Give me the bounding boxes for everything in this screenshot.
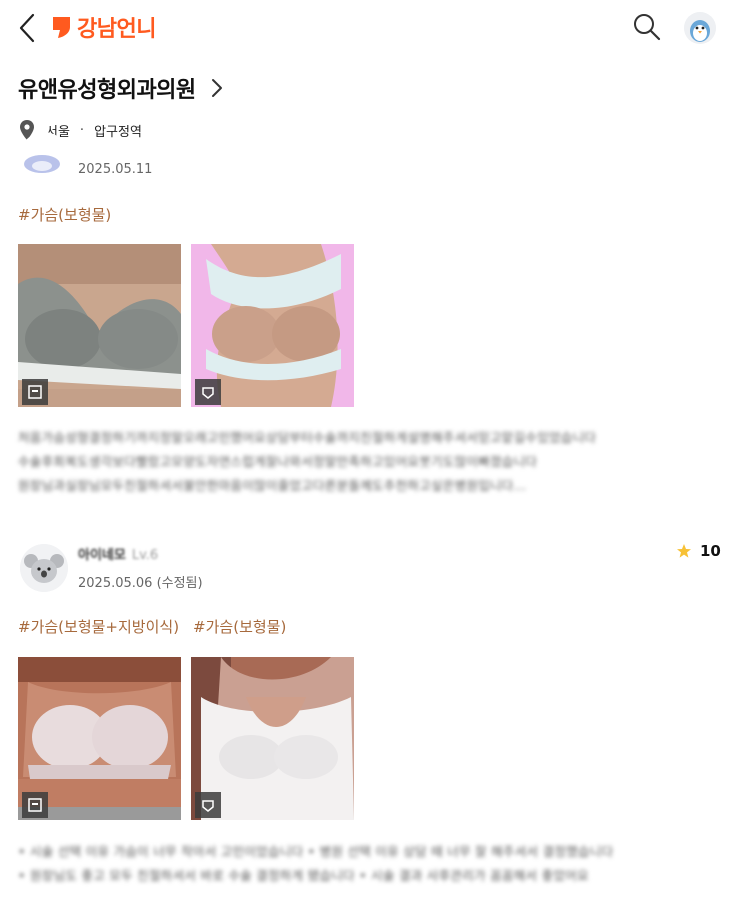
after-photo-badge	[195, 792, 221, 818]
review-text-line: • 원장님도 좋고 모두 친절하셔서 바로 수술 결정하게 됐습니다 • 시술 …	[18, 868, 589, 883]
procedure-tags: #가슴(보형물+지방이식) #가슴(보형물)	[18, 616, 286, 637]
photo-badge-icon	[28, 798, 42, 812]
reviewer-avatar[interactable]	[20, 544, 68, 592]
star-icon	[677, 544, 691, 558]
penguin-avatar-icon	[684, 12, 716, 44]
location-separator: ·	[79, 122, 85, 138]
review-text-line: • 시술 선택 이유 가슴이 너무 작아서 고민이었습니다 • 병원 선택 이유…	[18, 844, 614, 859]
rating-value: 10	[700, 542, 721, 560]
reviewer-avatar-icon	[24, 155, 60, 173]
app-logo[interactable]: 강남언니	[52, 12, 156, 42]
reviewer-avatar	[20, 132, 68, 180]
review-text-line: 처음가슴성형결정하기까지정말오래고민했어요상담부터수술까지친절하게설명해주셔서믿…	[18, 430, 597, 445]
photo-badge-icon	[202, 800, 214, 812]
chevron-right-icon	[211, 79, 222, 97]
review-photos	[18, 657, 354, 820]
reviewer-level: Lv.6	[131, 548, 159, 563]
hospital-title-link[interactable]: 유앤유성형외과의원	[18, 72, 224, 104]
photo-badge-icon	[202, 387, 214, 399]
search-button[interactable]	[632, 12, 662, 42]
search-icon	[634, 14, 661, 41]
before-photo-badge	[22, 379, 48, 405]
review-text-line: 원장님과실장님모두친절하셔서불안한마음이많이줄었고다른분들께도추천하고싶은병원입…	[18, 478, 527, 493]
procedure-tag[interactable]: #가슴(보형물+지방이식)	[18, 616, 179, 637]
reviewer-nickname: 아이네모	[78, 548, 126, 563]
review-photo-after[interactable]	[191, 657, 354, 820]
back-button[interactable]	[16, 12, 40, 44]
review-photo-before[interactable]	[18, 657, 181, 820]
review-text[interactable]: 처음가슴성형결정하기까지정말오래고민했어요상담부터수술까지친절하게설명해주셔서믿…	[18, 426, 718, 498]
koala-avatar-icon	[20, 544, 68, 592]
hospital-name: 유앤유성형외과의원	[18, 78, 196, 103]
after-photo-badge	[195, 379, 221, 405]
review-rating: 10	[676, 542, 721, 560]
review-date: 2025.05.11	[78, 162, 153, 177]
review-card: 아이네모 Lv.6 2025.05.06 (수정됨) 10 #가슴(보형물+지방이…	[0, 540, 736, 915]
logo-mark-icon	[53, 17, 70, 38]
review-photo-after[interactable]	[191, 244, 354, 407]
procedure-tag[interactable]: #가슴(보형물)	[193, 616, 286, 637]
logo-text: 강남언니	[77, 17, 156, 42]
review-text-line: 수술후회복도생각보다빨랐고모양도자연스럽게잘나와서정말만족하고있어요붓기도많이빠…	[18, 454, 538, 469]
chevron-left-icon	[19, 13, 35, 43]
reviewer-name[interactable]: 아이네모 Lv.6	[78, 544, 158, 563]
review-date: 2025.05.06 (수정됨)	[78, 576, 203, 591]
location-area: 압구정역	[94, 124, 142, 140]
review-card: 2025.05.11 #가슴(보형물) 처음가슴성형결정하기까지정말오래고민했어…	[0, 132, 736, 520]
before-photo-badge	[22, 792, 48, 818]
review-text[interactable]: • 시술 선택 이유 가슴이 너무 작아서 고민이었습니다 • 병원 선택 이유…	[18, 840, 718, 888]
review-photo-before[interactable]	[18, 244, 181, 407]
review-photos	[18, 244, 354, 407]
procedure-tag[interactable]: #가슴(보형물)	[18, 204, 111, 225]
top-app-bar: 강남언니	[0, 0, 736, 56]
profile-avatar-button[interactable]	[684, 12, 716, 44]
procedure-tags: #가슴(보형물)	[18, 204, 111, 225]
photo-badge-icon	[28, 385, 42, 399]
